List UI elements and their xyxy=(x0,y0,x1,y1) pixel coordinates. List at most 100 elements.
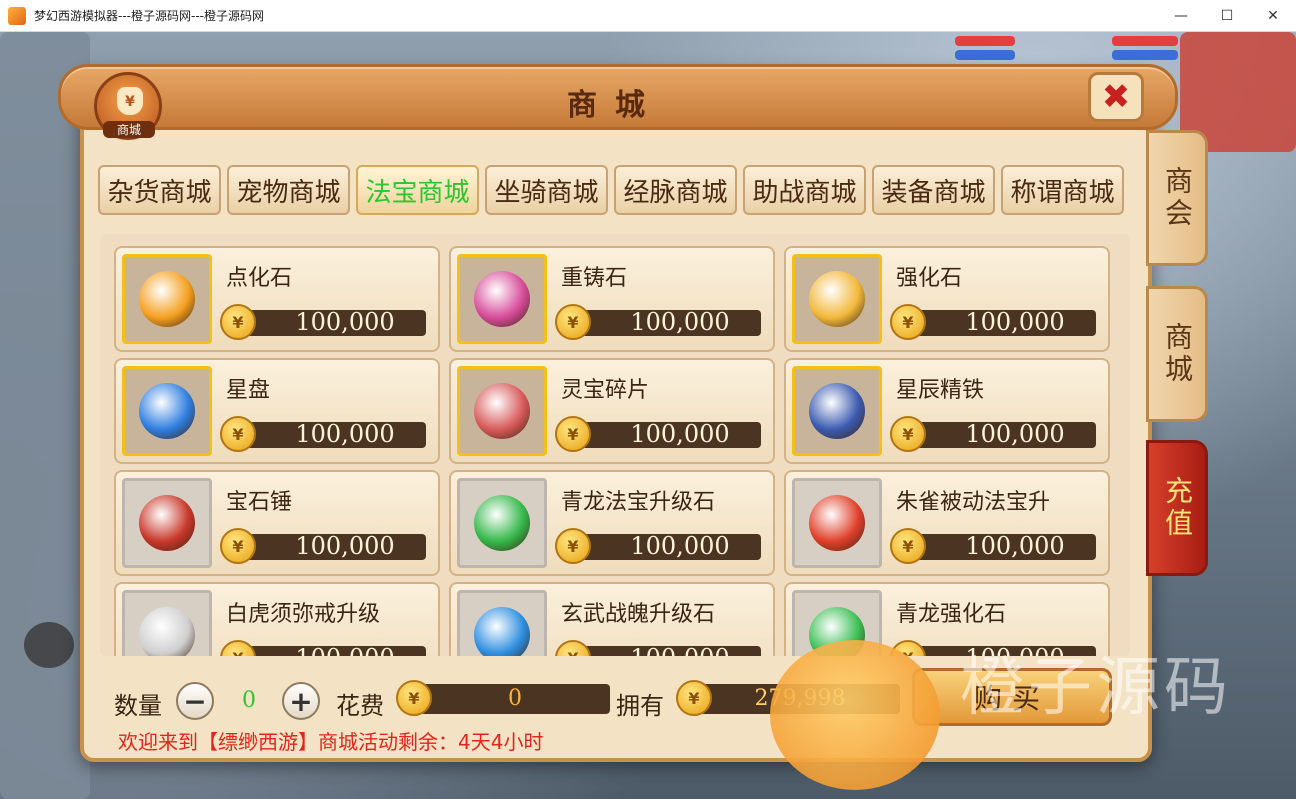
item-icon xyxy=(122,366,212,456)
pet-hp-bar xyxy=(1112,36,1178,46)
cost-label: 花费 xyxy=(336,692,384,720)
mp-bar xyxy=(955,50,1015,60)
item-icon xyxy=(792,478,882,568)
close-button[interactable]: ✖ xyxy=(1088,72,1144,122)
hp-bar xyxy=(955,36,1015,46)
item-card[interactable]: 星盘 ¥100,000 xyxy=(114,358,440,464)
gem-icon xyxy=(474,271,530,327)
tab-equipment[interactable]: 装备商城 xyxy=(872,165,995,215)
item-icon xyxy=(122,590,212,656)
shop-tabs: 杂货商城 宠物商城 法宝商城 坐骑商城 经脉商城 助战商城 装备商城 称谓商城 xyxy=(98,165,1124,215)
item-price: 100,000 xyxy=(295,420,395,448)
pet-mp-bar xyxy=(1112,50,1178,60)
coin-icon: ¥ xyxy=(890,528,926,564)
item-grid: 点化石 ¥100,000 重铸石 ¥100,000 强化石 ¥100,000 星盘 ¥100,… xyxy=(100,234,1130,656)
item-card[interactable]: 宝石锤 ¥100,000 xyxy=(114,470,440,576)
gem-icon xyxy=(139,495,195,551)
item-card[interactable]: 灵宝碎片 ¥100,000 xyxy=(449,358,775,464)
item-name: 灵宝碎片 xyxy=(561,378,650,403)
item-icon xyxy=(457,590,547,656)
item-card[interactable]: 朱雀被动法宝升 ¥100,000 xyxy=(784,470,1110,576)
app-icon xyxy=(8,6,26,25)
gem-icon xyxy=(139,383,195,439)
coin-icon: ¥ xyxy=(220,416,256,452)
coin-icon: ¥ xyxy=(555,528,591,564)
coin-icon: ¥ xyxy=(220,640,256,656)
gem-icon xyxy=(809,271,865,327)
tab-assist[interactable]: 助战商城 xyxy=(743,165,866,215)
maximize-button[interactable]: ☐ xyxy=(1204,0,1250,32)
coin-icon: ¥ xyxy=(220,528,256,564)
item-card[interactable]: 点化石 ¥100,000 xyxy=(114,246,440,352)
owned-label: 拥有 xyxy=(616,692,664,720)
tab-pet[interactable]: 宠物商城 xyxy=(227,165,350,215)
shop-badge-label: 商城 xyxy=(103,121,155,138)
gem-icon xyxy=(139,607,195,656)
item-name: 朱雀被动法宝升 xyxy=(896,490,1051,515)
item-card[interactable]: 玄武战魄升级石 ¥100,000 xyxy=(449,582,775,656)
coin-icon: ¥ xyxy=(555,640,591,656)
minus-button[interactable]: − xyxy=(176,682,214,720)
window-titlebar: 梦幻西游模拟器---橙子源码网---橙子源码网 — ☐ ✕ xyxy=(0,0,1296,32)
item-price: 100,000 xyxy=(965,308,1065,336)
item-name: 白虎须弥戒升级 xyxy=(226,602,381,627)
tab-mount[interactable]: 坐骑商城 xyxy=(485,165,608,215)
item-icon xyxy=(457,254,547,344)
event-notice: 欢迎来到【缥缈西游】商城活动剩余：4天4小时 xyxy=(118,730,544,754)
item-price: 100,000 xyxy=(630,532,730,560)
item-name: 重铸石 xyxy=(561,266,628,291)
orange-mascot-watermark xyxy=(770,640,940,790)
coin-icon: ¥ xyxy=(396,680,432,716)
item-name: 青龙法宝升级石 xyxy=(561,490,716,515)
gem-icon xyxy=(474,607,530,656)
item-name: 星辰精铁 xyxy=(896,378,985,403)
tab-title[interactable]: 称谓商城 xyxy=(1001,165,1124,215)
coin-icon: ¥ xyxy=(220,304,256,340)
item-price: 100,000 xyxy=(601,644,759,656)
item-icon xyxy=(122,478,212,568)
gem-icon xyxy=(474,383,530,439)
item-name: 点化石 xyxy=(226,266,293,291)
window-controls: — ☐ ✕ xyxy=(1158,0,1296,32)
watermark-text: 橙子源码 xyxy=(960,651,1232,725)
quantity-label: 数量 xyxy=(114,692,162,720)
left-scenery xyxy=(0,32,90,799)
gem-icon xyxy=(809,495,865,551)
window-title: 梦幻西游模拟器---橙子源码网---橙子源码网 xyxy=(34,9,264,23)
item-price: 100,000 xyxy=(965,532,1065,560)
item-icon xyxy=(792,254,882,344)
item-price: 100,000 xyxy=(295,308,395,336)
item-price: 100,000 xyxy=(630,420,730,448)
item-price: 100,000 xyxy=(266,644,424,656)
item-card[interactable]: 白虎须弥戒升级 ¥100,000 xyxy=(114,582,440,656)
item-name: 星盘 xyxy=(226,378,271,403)
item-price: 100,000 xyxy=(295,532,395,560)
gem-icon xyxy=(474,495,530,551)
chat-icon[interactable] xyxy=(24,622,74,668)
coin-icon: ¥ xyxy=(890,304,926,340)
item-card[interactable]: 重铸石 ¥100,000 xyxy=(449,246,775,352)
side-tab-recharge[interactable]: 充值 xyxy=(1146,440,1208,576)
window-close-button[interactable]: ✕ xyxy=(1250,0,1296,32)
plus-button[interactable]: + xyxy=(282,682,320,720)
coin-icon: ¥ xyxy=(555,416,591,452)
money-bag-icon: ¥ xyxy=(117,87,143,115)
item-card[interactable]: 青龙法宝升级石 ¥100,000 xyxy=(449,470,775,576)
item-price: 100,000 xyxy=(630,308,730,336)
item-card[interactable]: 星辰精铁 ¥100,000 xyxy=(784,358,1110,464)
gem-icon xyxy=(139,271,195,327)
tab-grocery[interactable]: 杂货商城 xyxy=(98,165,221,215)
coin-icon: ¥ xyxy=(890,416,926,452)
gem-icon xyxy=(809,383,865,439)
minimize-button[interactable]: — xyxy=(1158,0,1204,32)
coin-icon: ¥ xyxy=(555,304,591,340)
tab-treasure[interactable]: 法宝商城 xyxy=(356,165,479,215)
tab-meridian[interactable]: 经脉商城 xyxy=(614,165,737,215)
shop-badge: ¥ 商城 xyxy=(94,72,162,140)
item-icon xyxy=(457,478,547,568)
quantity-value[interactable]: 0 xyxy=(214,688,284,713)
item-name: 玄武战魄升级石 xyxy=(561,602,716,627)
side-tab-guild-shop[interactable]: 商会 xyxy=(1146,130,1208,266)
side-tab-shop[interactable]: 商城 xyxy=(1146,286,1208,422)
item-card[interactable]: 强化石 ¥100,000 xyxy=(784,246,1110,352)
